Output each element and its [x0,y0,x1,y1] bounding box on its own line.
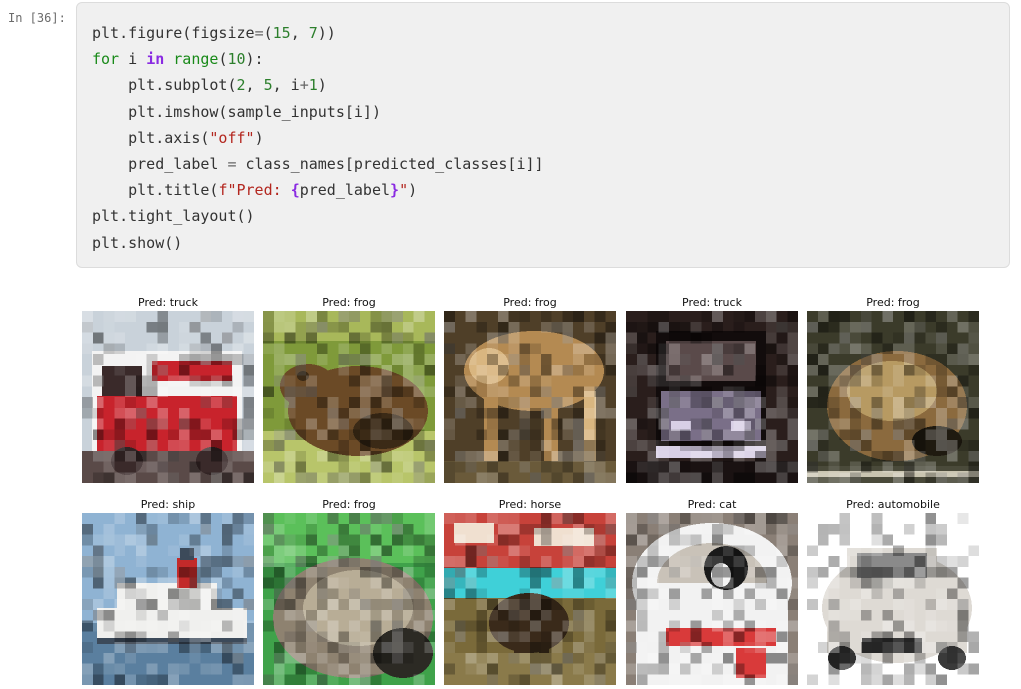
code-token: i [119,50,147,69]
code-token: ( [263,24,273,42]
code-token: " [399,181,409,200]
code-token: ) [408,181,418,200]
code-token: range [173,50,219,69]
code-token: , i [272,76,300,95]
code-token: plt.imshow(sample_inputs[i]) [92,102,381,121]
cell-prompt: In [36]: [8,11,66,25]
code-token: ) [317,76,327,95]
code-token: plt.figure(figsize [92,24,255,42]
car-image [807,513,979,685]
code-line: for i in range(10): [92,46,544,72]
deer-image [444,311,616,483]
code-line: plt.figure(figsize=(15, 7)) [92,20,544,46]
code-token: plt.axis( [92,128,210,147]
code-token: in [146,50,165,69]
code-token: pred_label [299,181,391,200]
image-title: Pred: frog [866,296,920,309]
code-token: { [290,181,300,200]
code-token: + [299,76,309,95]
code-token: for [92,50,120,69]
code-cell[interactable]: plt.figure(figsize=(15, 7)) for i in rang… [76,2,1010,268]
toad-green-image [263,513,435,685]
toad-image [807,311,979,483]
frog-image [263,311,435,483]
code-token: , [245,76,264,95]
code-token: ): [245,50,264,69]
deer-sign-image [444,513,616,685]
code-token: 15 [272,24,291,42]
code-token: 7 [308,24,318,42]
code-token: plt.title( [92,181,219,200]
image-title: Pred: truck [682,296,742,309]
code-line: pred_label = class_names[predicted_class… [92,151,544,177]
code-token: 10 [227,50,246,69]
truck-night-image [626,311,798,483]
code-token: 5 [263,76,273,95]
image-title: Pred: automobile [846,498,940,511]
image-title: Pred: frog [503,296,557,309]
code-token: plt.show() [92,233,183,252]
code-token: "off" [209,128,255,147]
code-token: 1 [308,76,318,95]
code-token: )) [317,24,336,42]
cat-bucket-image [626,513,798,685]
code-token: = [254,24,264,42]
fire-truck-image [82,311,254,483]
image-title: Pred: truck [138,296,198,309]
code-line: plt.tight_layout() [92,203,544,229]
image-title: Pred: cat [687,498,737,511]
ship-image [82,513,254,685]
code-token: = [227,154,237,173]
code-editor[interactable]: plt.figure(figsize=(15, 7)) for i in rang… [92,20,544,256]
code-token: pred_label [92,154,228,173]
image-title: Pred: frog [322,296,376,309]
code-line: plt.axis("off") [92,125,544,151]
code-token: f"Pred: [218,181,291,200]
code-token: , [290,24,309,42]
image-title: Pred: frog [322,498,376,511]
code-token: ) [254,128,264,147]
code-token: class_names[predicted_classes[i]] [236,154,544,173]
image-title: Pred: ship [140,498,196,511]
code-line: plt.show() [92,230,544,256]
image-title: Pred: horse [498,498,562,511]
code-line: plt.subplot(2, 5, i+1) [92,72,544,98]
code-line: plt.imshow(sample_inputs[i]) [92,99,544,125]
code-line: plt.title(f"Pred: {pred_label}") [92,177,544,203]
code-token: plt.subplot( [92,76,237,95]
code-token: plt.tight_layout() [92,207,255,226]
code-token: 2 [236,76,246,95]
code-token: } [390,181,400,200]
